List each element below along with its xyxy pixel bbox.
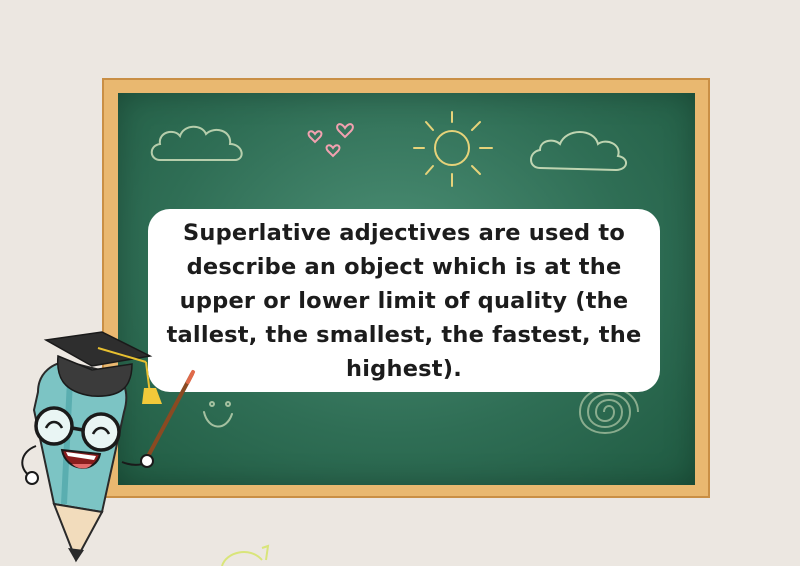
pointer-stick-icon xyxy=(143,370,195,464)
pencil-teacher-icon xyxy=(21,331,195,563)
